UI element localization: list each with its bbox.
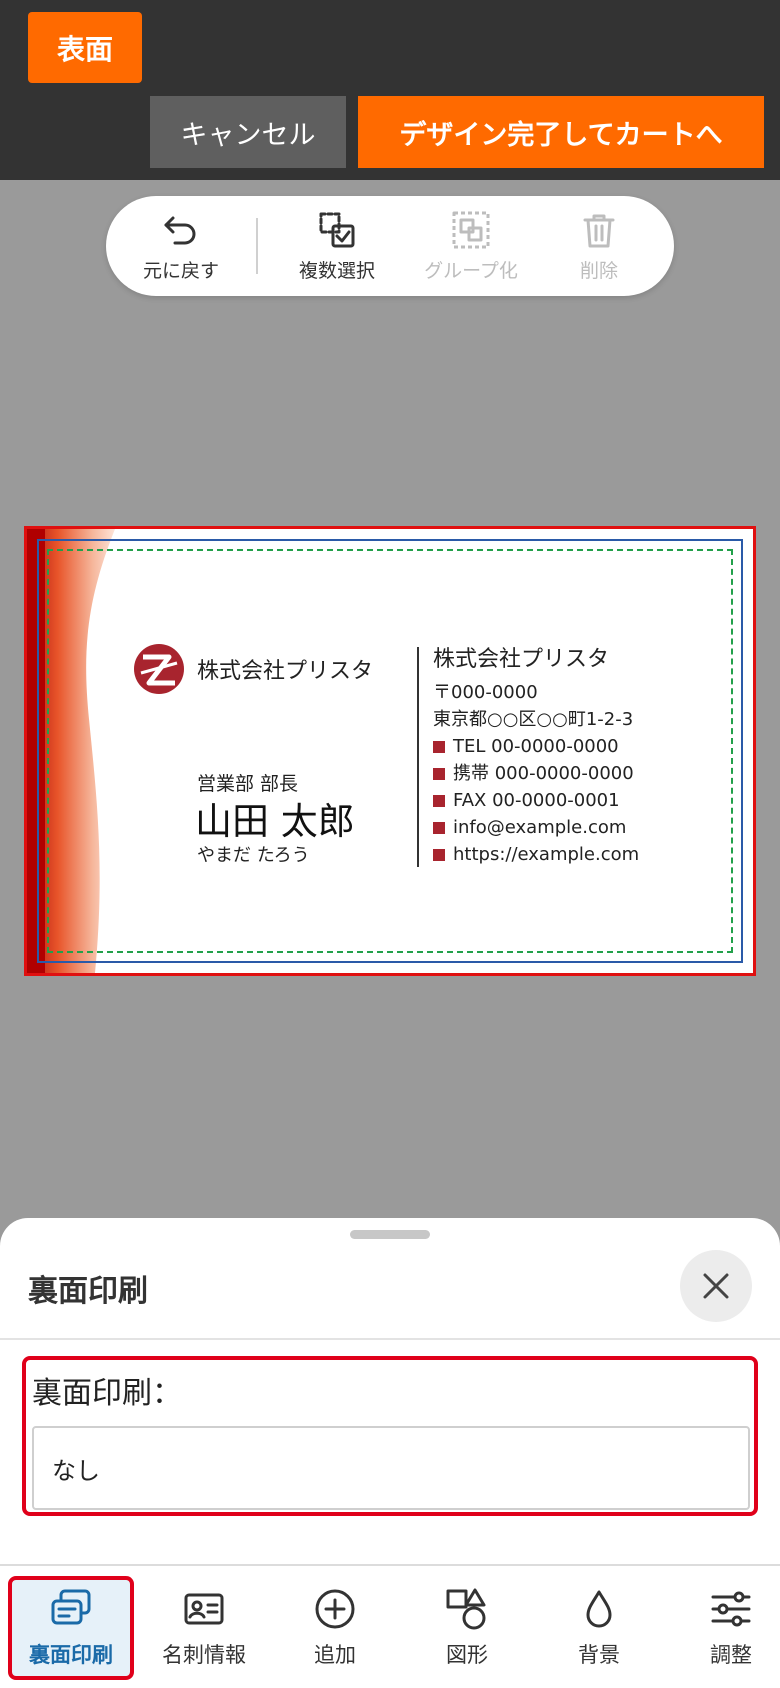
undo-icon [164, 216, 196, 244]
shapes-icon [446, 1588, 486, 1630]
card-email: info@example.com [453, 817, 627, 838]
bottom-nav: 裏面印刷 名刺情報 追加 図形 背景 調整 [0, 1566, 780, 1688]
nav-label: 背景 [578, 1643, 620, 1667]
bullet-marker [433, 822, 445, 834]
trash-icon [583, 214, 615, 247]
card-postal-code: 〒000-0000 [433, 682, 538, 703]
card-person-kana: やまだ たろう [197, 845, 310, 866]
nav-label: 追加 [314, 1643, 356, 1667]
card-email-line: info@example.com [433, 814, 639, 841]
business-card-canvas[interactable]: 株式会社プリスタ 営業部 部長 山田 太郎 やまだ たろう 株式会社プリスタ 〒… [24, 526, 756, 976]
card-divider-line [417, 647, 419, 867]
back-print-select[interactable]: なし [32, 1426, 750, 1510]
card-mobile: 携帯 000-0000-0000 [453, 763, 634, 784]
card-url: https://example.com [453, 844, 640, 865]
group-button[interactable]: グループ化 [406, 196, 536, 296]
company-logo-icon [134, 644, 184, 694]
sliders-icon [711, 1591, 751, 1627]
drop-icon [586, 1590, 612, 1628]
edit-toolbar: 元に戻す 複数選択 グループ化 削除 [106, 196, 674, 296]
finish-design-to-cart-button[interactable]: デザイン完了してカートへ [358, 96, 764, 168]
nav-label: 名刺情報 [162, 1643, 246, 1667]
card-url-line: https://example.com [433, 841, 639, 868]
bullet-marker [433, 849, 445, 861]
back-print-sheet: 裏面印刷 裏面印刷： なし 裏面印刷 名刺情報 追加 図形 背景 調整 [0, 1218, 780, 1688]
back-print-icon [51, 1589, 91, 1625]
nav-label: 調整 [710, 1643, 752, 1667]
toolbar-separator [256, 218, 258, 274]
add-circle-icon [315, 1589, 355, 1629]
nav-shapes[interactable]: 図形 [404, 1576, 530, 1680]
multi-select-label: 複数選択 [298, 259, 375, 282]
card-fax: FAX 00-0000-0001 [453, 790, 620, 811]
card-mobile-line: 携帯 000-0000-0000 [433, 760, 639, 787]
card-fax-line: FAX 00-0000-0001 [433, 787, 639, 814]
sheet-title: 裏面印刷 [28, 1274, 148, 1309]
nav-card-info[interactable]: 名刺情報 [141, 1576, 267, 1680]
group-icon [452, 211, 490, 248]
nav-label: 図形 [446, 1643, 488, 1667]
bullet-marker [433, 795, 445, 807]
cancel-button[interactable]: キャンセル [150, 96, 346, 168]
multi-select-icon [319, 212, 355, 247]
sheet-drag-handle[interactable] [350, 1230, 430, 1239]
bullet-marker [433, 741, 445, 753]
delete-label: 削除 [579, 259, 618, 282]
delete-button[interactable]: 削除 [534, 196, 664, 296]
card-address: 東京都○○区○○町1-2-3 [433, 709, 634, 730]
nav-add[interactable]: 追加 [272, 1576, 398, 1680]
close-sheet-button[interactable] [680, 1250, 752, 1322]
back-print-field-group: 裏面印刷： なし [22, 1356, 758, 1516]
undo-button[interactable]: 元に戻す [116, 196, 246, 296]
card-contact-block: 株式会社プリスタ 〒000-0000 東京都○○区○○町1-2-3 TEL 00… [433, 641, 639, 868]
close-icon [703, 1273, 729, 1299]
nav-adjust[interactable]: 調整 [668, 1576, 780, 1680]
front-side-button[interactable]: 表面 [28, 12, 142, 83]
nav-label: 裏面印刷 [29, 1643, 113, 1667]
card-tel-line: TEL 00-0000-0000 [433, 733, 639, 760]
header-bar: 表面 キャンセル デザイン完了してカートへ [0, 0, 780, 180]
sheet-divider [0, 1338, 780, 1340]
card-person-name: 山田 太郎 [195, 800, 355, 843]
card-tel: TEL 00-0000-0000 [453, 736, 619, 757]
group-label: グループ化 [424, 259, 518, 282]
id-card-icon [184, 1593, 224, 1625]
back-print-field-label: 裏面印刷： [32, 1376, 182, 1411]
undo-label: 元に戻す [142, 259, 219, 282]
card-company-name-right: 株式会社プリスタ [433, 647, 610, 672]
card-company-name-left: 株式会社プリスタ [197, 659, 374, 684]
nav-background[interactable]: 背景 [536, 1576, 662, 1680]
bullet-marker [433, 768, 445, 780]
nav-back-print[interactable]: 裏面印刷 [8, 1576, 134, 1680]
multi-select-button[interactable]: 複数選択 [272, 196, 402, 296]
